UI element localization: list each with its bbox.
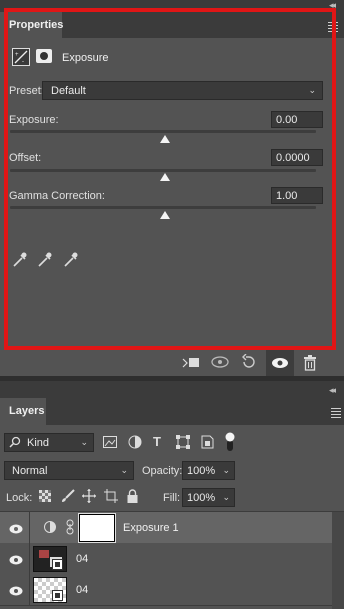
layer-mask-thumbnail[interactable] — [79, 514, 115, 542]
reset-icon[interactable] — [241, 353, 257, 373]
lock-position-move-icon[interactable] — [82, 489, 96, 506]
filter-type-icon[interactable]: T — [153, 434, 161, 449]
layer-name: Exposure 1 — [123, 522, 179, 534]
highlight-frame — [4, 8, 336, 350]
filter-adjustment-icon[interactable] — [128, 435, 142, 452]
filter-smart-object-icon[interactable] — [201, 435, 214, 452]
fill-label: Fill: — [163, 492, 181, 504]
delete-icon[interactable] — [303, 355, 317, 374]
clip-to-layer-icon[interactable] — [182, 355, 200, 372]
chevron-down-icon: ⌄ — [222, 465, 230, 475]
smart-object-badge-icon — [52, 590, 63, 604]
eye-column-divider — [29, 574, 30, 605]
layer-row[interactable]: Exposure 1 — [0, 512, 332, 544]
eye-column-divider — [29, 512, 30, 543]
layer-name: 04 — [76, 584, 89, 596]
blend-mode-value: Normal — [12, 465, 48, 477]
lock-transparent-icon[interactable] — [39, 490, 51, 505]
opacity-label: Opacity: — [142, 465, 183, 477]
adjustment-layer-icon — [44, 521, 56, 536]
layer-name: 04 — [76, 553, 89, 565]
opacity-input[interactable]: 100% ⌄ — [182, 461, 235, 480]
opacity-value: 100% — [187, 465, 216, 477]
collapse-arrows-icon[interactable]: ◂◂ — [329, 385, 336, 396]
tab-layers-label: Layers — [9, 405, 45, 417]
eye-icon[interactable] — [9, 584, 23, 599]
toggle-visibility-button[interactable] — [266, 350, 294, 376]
link-chain-icon[interactable] — [66, 519, 74, 538]
layers-scrollbar[interactable] — [332, 512, 344, 609]
lock-label: Lock: — [6, 492, 33, 504]
filter-toggle-icon[interactable] — [224, 432, 236, 455]
chevron-down-icon: ⌄ — [80, 437, 88, 447]
panel-menu-icon[interactable] — [331, 406, 341, 420]
filter-pixel-icon[interactable] — [103, 436, 117, 451]
tab-layers[interactable]: Layers — [0, 398, 46, 425]
filter-kind-value: Kind — [27, 437, 50, 449]
eye-icon[interactable] — [9, 522, 23, 537]
filter-kind-dropdown[interactable]: Kind ⌄ — [4, 433, 94, 452]
lock-all-icon[interactable] — [127, 489, 138, 506]
fill-value: 100% — [187, 492, 216, 504]
chevron-down-icon: ⌄ — [222, 492, 230, 502]
blend-mode-dropdown[interactable]: Normal ⌄ — [4, 461, 134, 480]
layer-row[interactable]: 04 — [0, 574, 332, 606]
layer-row[interactable]: 04 — [0, 543, 332, 575]
chevron-down-icon: ⌄ — [120, 465, 128, 475]
eye-column-divider — [29, 543, 30, 574]
fill-input[interactable]: 100% ⌄ — [182, 488, 235, 507]
lock-pixels-brush-icon[interactable] — [61, 489, 75, 506]
search-icon — [9, 436, 21, 452]
layers-tabbar — [0, 381, 344, 425]
filter-shape-icon[interactable] — [176, 435, 190, 452]
eye-icon[interactable] — [9, 553, 23, 568]
view-previous-state-icon[interactable] — [210, 355, 230, 372]
lock-artboard-icon[interactable] — [104, 489, 118, 506]
smart-object-badge-icon — [52, 559, 63, 573]
